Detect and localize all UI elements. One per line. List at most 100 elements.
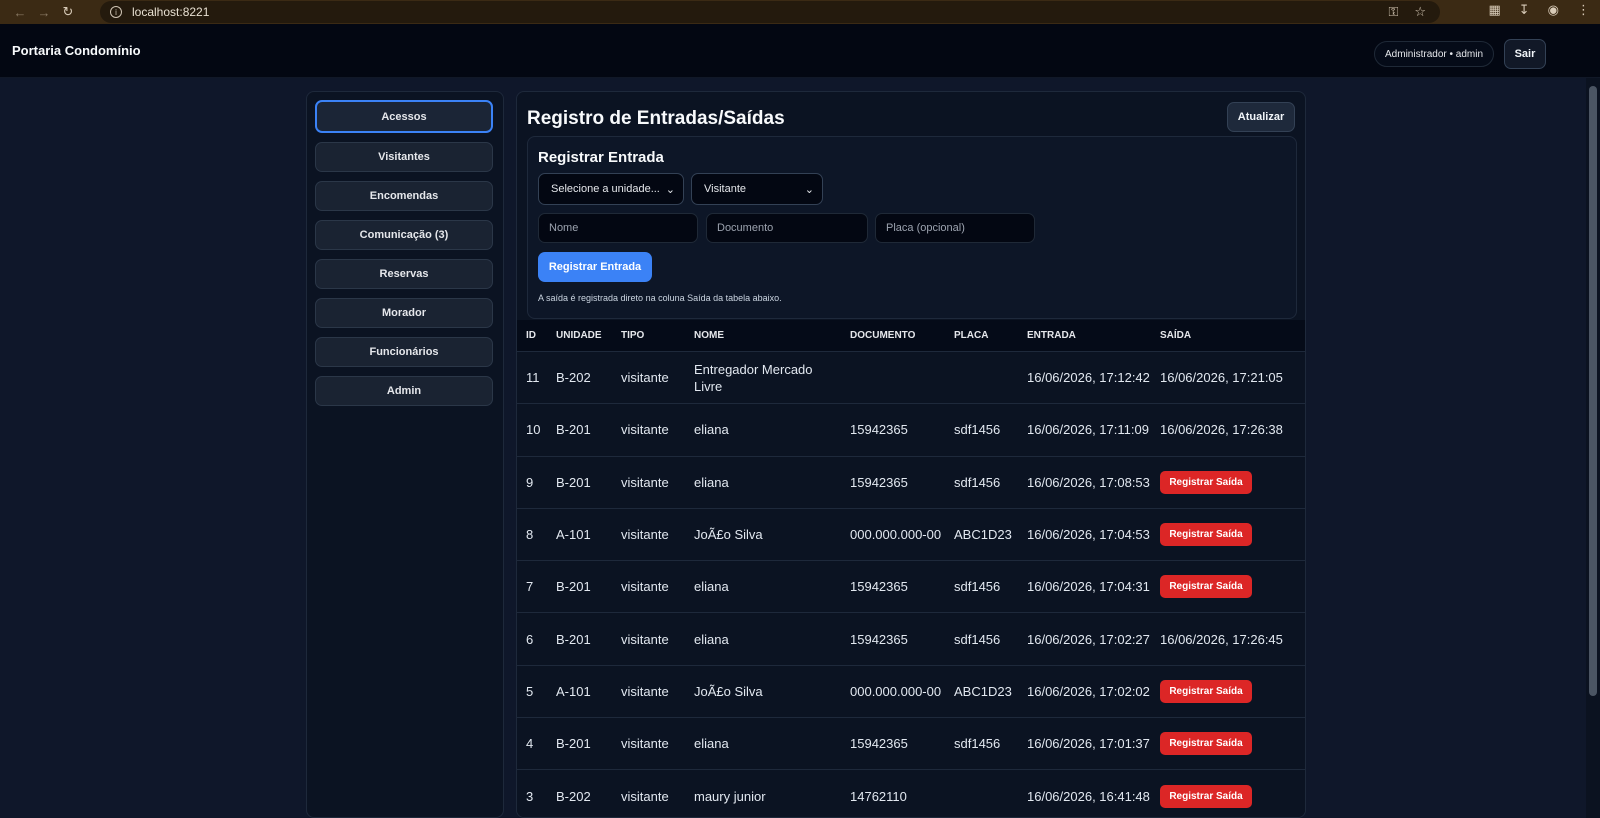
cell-unit: A-101 (556, 683, 591, 699)
cell-exit: Registrar Saída (1151, 575, 1301, 599)
register-exit-button[interactable]: Registrar Saída (1160, 523, 1252, 547)
sidebar-item-reservas[interactable]: Reservas (315, 259, 493, 289)
cell-plate: sdf1456 (954, 631, 1001, 647)
cell-type: visitante (621, 683, 669, 699)
cell-entry: 16/06/2026, 16:41:48 (1027, 788, 1150, 804)
register-exit-button[interactable]: Registrar Saída (1160, 784, 1252, 808)
cell-unit: B-202 (556, 788, 591, 804)
register-exit-button[interactable]: Registrar Saída (1160, 732, 1252, 756)
cell-document: 15942365 (850, 474, 908, 490)
sidebar-item-morador[interactable]: Morador (315, 298, 493, 328)
browser-toolbar: ← → ↻ i localhost:8221 ⚿ ☆ ▦ ↧ ◉ ⋮ (0, 0, 1600, 24)
sidebar-item-acessos[interactable]: Acessos (315, 100, 493, 133)
register-exit-button[interactable]: Registrar Saída (1160, 679, 1252, 703)
table-header: ID UNIDADE TIPO NOME DOCUMENTO PLACA ENT… (517, 320, 1305, 352)
sidebar-item-visitantes[interactable]: Visitantes (315, 142, 493, 172)
download-icon[interactable]: ↧ (1519, 2, 1530, 18)
star-icon[interactable]: ☆ (1414, 4, 1426, 20)
cell-exit: Registrar Saída (1151, 732, 1301, 756)
form-hint: A saída é registrada direto na coluna Sa… (538, 293, 782, 303)
cell-document: 15942365 (850, 422, 908, 438)
name-input-placeholder: Nome (549, 222, 579, 234)
cell-type: visitante (621, 370, 669, 386)
cell-name: eliana (694, 422, 729, 438)
register-exit-button[interactable]: Registrar Saída (1160, 470, 1252, 494)
cell-type: visitante (621, 788, 669, 804)
document-input[interactable]: Documento (706, 213, 868, 243)
sidebar-item-admin[interactable]: Admin (315, 376, 493, 406)
cell-type: visitante (621, 631, 669, 647)
cell-type: visitante (621, 422, 669, 438)
cell-plate: ABC1D23 (954, 683, 1012, 699)
cell-unit: B-201 (556, 631, 591, 647)
back-icon[interactable]: ← (8, 2, 32, 22)
cell-unit: B-201 (556, 579, 591, 595)
table-row: 3 B-202 visitante maury junior 14762110 16/06… (517, 770, 1305, 817)
cell-id: 7 (526, 579, 534, 595)
cell-exit: Registrar Saída (1151, 470, 1301, 494)
table-row: 10 B-201 visitante eliana 15942365 sdf1456 16/… (517, 404, 1305, 457)
cell-entry: 16/06/2026, 17:04:31 (1027, 579, 1150, 595)
cell-document: 000.000.000-00 (850, 527, 942, 543)
cell-plate: sdf1456 (954, 474, 1001, 490)
col-header-tipo: TIPO (621, 329, 645, 341)
cell-id: 8 (526, 527, 534, 543)
form-title: Registrar Entrada (538, 149, 664, 166)
page-scrollbar-thumb[interactable] (1589, 86, 1597, 696)
sidebar-item-encomendas[interactable]: Encomendas (315, 181, 493, 211)
address-bar[interactable]: i localhost:8221 ⚿ ☆ (100, 1, 1440, 23)
cell-unit: A-101 (556, 527, 591, 543)
type-select[interactable]: Visitante ⌄ (691, 173, 823, 205)
table-row: 6 B-201 visitante eliana 15942365 sdf1456 16/0… (517, 613, 1305, 666)
register-exit-button[interactable]: Registrar Saída (1160, 575, 1252, 599)
cell-document: 14762110 (850, 788, 907, 804)
table-row: 7 B-201 visitante eliana 15942365 sdf1456 16/0… (517, 561, 1305, 614)
cell-plate: sdf1456 (954, 736, 1001, 752)
sidebar: Acessos Visitantes Encomendas Comunicaçã… (306, 91, 504, 818)
profile-icon[interactable]: ◉ (1548, 2, 1559, 18)
access-table: ID UNIDADE TIPO NOME DOCUMENTO PLACA ENT… (517, 320, 1305, 817)
document-input-placeholder: Documento (717, 222, 774, 234)
table-row: 8 A-101 visitante JoÃ£o Silva 000.000.000-00… (517, 508, 1305, 562)
cell-entry: 16/06/2026, 17:02:02 (1027, 683, 1150, 699)
cell-name: eliana (694, 736, 729, 752)
cell-document: 15942365 (850, 631, 908, 647)
logout-button[interactable]: Sair (1504, 39, 1546, 69)
cell-exit: 16/06/2026, 17:21:05 (1160, 370, 1283, 386)
kebab-menu-icon[interactable]: ⋮ (1577, 2, 1590, 18)
sidebar-item-funcionarios[interactable]: Funcionários (315, 337, 493, 367)
cell-name: Entregador Mercado Livre (694, 361, 813, 394)
refresh-button[interactable]: Atualizar (1227, 102, 1295, 132)
cell-id: 9 (526, 474, 534, 490)
cell-type: visitante (621, 579, 669, 595)
table-row: 11 B-202 visitante Entregador Mercado Livre… (517, 352, 1305, 405)
cell-id: 3 (526, 788, 534, 804)
col-header-saida: SAÍDA (1160, 329, 1192, 341)
chevron-down-icon: ⌄ (665, 184, 675, 196)
cell-name: eliana (694, 631, 729, 647)
col-header-documento: DOCUMENTO (850, 329, 916, 341)
plate-input[interactable]: Placa (opcional) (875, 213, 1035, 243)
unit-select[interactable]: Selecione a unidade... ⌄ (538, 173, 684, 205)
key-icon[interactable]: ⚿ (1388, 4, 1398, 20)
puzzle-icon[interactable]: ▦ (1488, 2, 1500, 18)
app-header: Portaria Condomínio Administrador • admi… (0, 24, 1600, 78)
cell-plate: sdf1456 (954, 422, 1001, 438)
cell-type: visitante (621, 527, 669, 543)
register-entry-button[interactable]: Registrar Entrada (538, 252, 652, 282)
brand-title: Portaria Condomínio (12, 43, 141, 58)
info-icon[interactable]: i (110, 6, 122, 18)
cell-unit: B-201 (556, 736, 591, 752)
cell-entry: 16/06/2026, 17:11:09 (1027, 422, 1149, 438)
cell-entry: 16/06/2026, 17:01:37 (1027, 736, 1150, 752)
cell-name: maury junior (694, 788, 766, 804)
main-panel: Registro de Entradas/Saídas Atualizar Re… (516, 91, 1306, 818)
reload-icon[interactable]: ↻ (56, 2, 80, 22)
forward-icon[interactable]: → (32, 2, 56, 22)
cell-entry: 16/06/2026, 17:12:42 (1027, 370, 1150, 386)
name-input[interactable]: Nome (538, 213, 698, 243)
table-row: 4 B-201 visitante eliana 15942365 sdf1456 16/0… (517, 718, 1305, 771)
cell-id: 5 (526, 683, 534, 699)
cell-exit: Registrar Saída (1151, 679, 1301, 703)
sidebar-item-comunicacao[interactable]: Comunicação (3) (315, 220, 493, 250)
